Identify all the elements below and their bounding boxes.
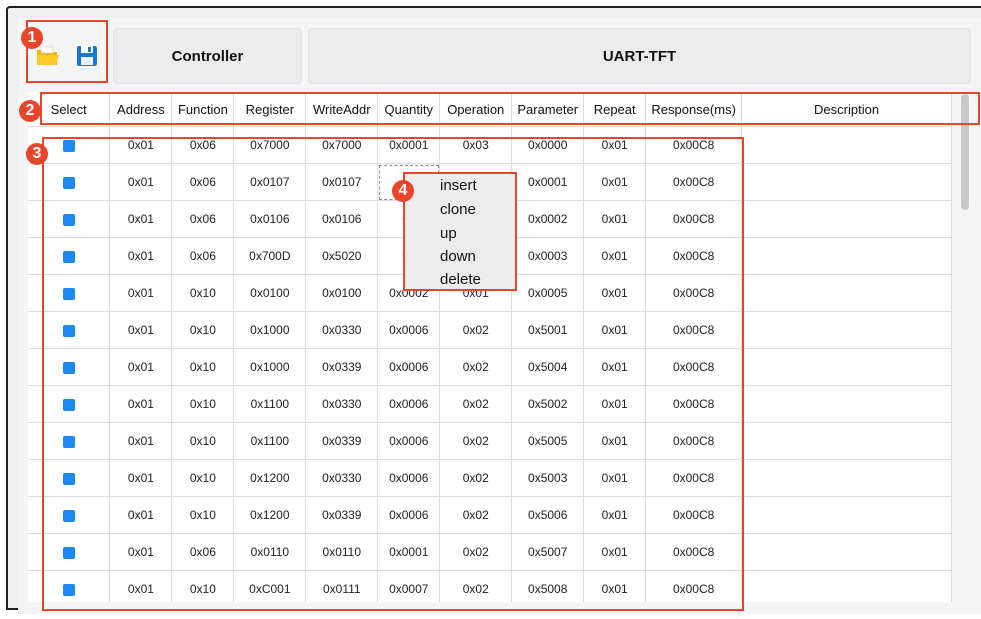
cell-description[interactable] <box>741 126 952 164</box>
tab-controller-label: Controller <box>171 47 244 65</box>
cell-description[interactable] <box>741 274 952 312</box>
cell-description[interactable] <box>741 422 952 460</box>
annotation-badge-1: 1 <box>21 27 43 49</box>
cell-description[interactable] <box>741 348 952 386</box>
tab-uart-tft[interactable]: UART-TFT <box>308 28 971 84</box>
menu-item-delete[interactable]: delete <box>440 271 481 289</box>
cell-description[interactable] <box>741 237 952 275</box>
annotation-badge-2: 2 <box>19 100 41 122</box>
tab-uart-tft-label: UART-TFT <box>602 47 677 65</box>
cell-description[interactable] <box>741 570 952 602</box>
annotation-box-rows <box>42 137 744 611</box>
tab-controller[interactable]: Controller <box>113 28 302 84</box>
menu-item-clone[interactable]: clone <box>440 201 476 219</box>
annotation-box-header <box>40 92 980 125</box>
cell-description[interactable] <box>741 459 952 497</box>
cell-description[interactable] <box>741 496 952 534</box>
menu-item-down[interactable]: down <box>440 248 476 266</box>
cell-description[interactable] <box>741 163 952 201</box>
cell-description[interactable] <box>741 533 952 571</box>
annotation-badge-3: 3 <box>26 143 48 165</box>
menu-item-insert[interactable]: insert <box>440 177 477 195</box>
cell-description[interactable] <box>741 200 952 238</box>
context-menu: insert clone up down delete <box>403 172 517 291</box>
cell-description[interactable] <box>741 385 952 423</box>
annotation-badge-4: 4 <box>392 180 414 202</box>
menu-item-up[interactable]: up <box>440 225 457 243</box>
cell-description[interactable] <box>741 311 952 349</box>
vertical-scrollbar[interactable] <box>958 92 972 602</box>
